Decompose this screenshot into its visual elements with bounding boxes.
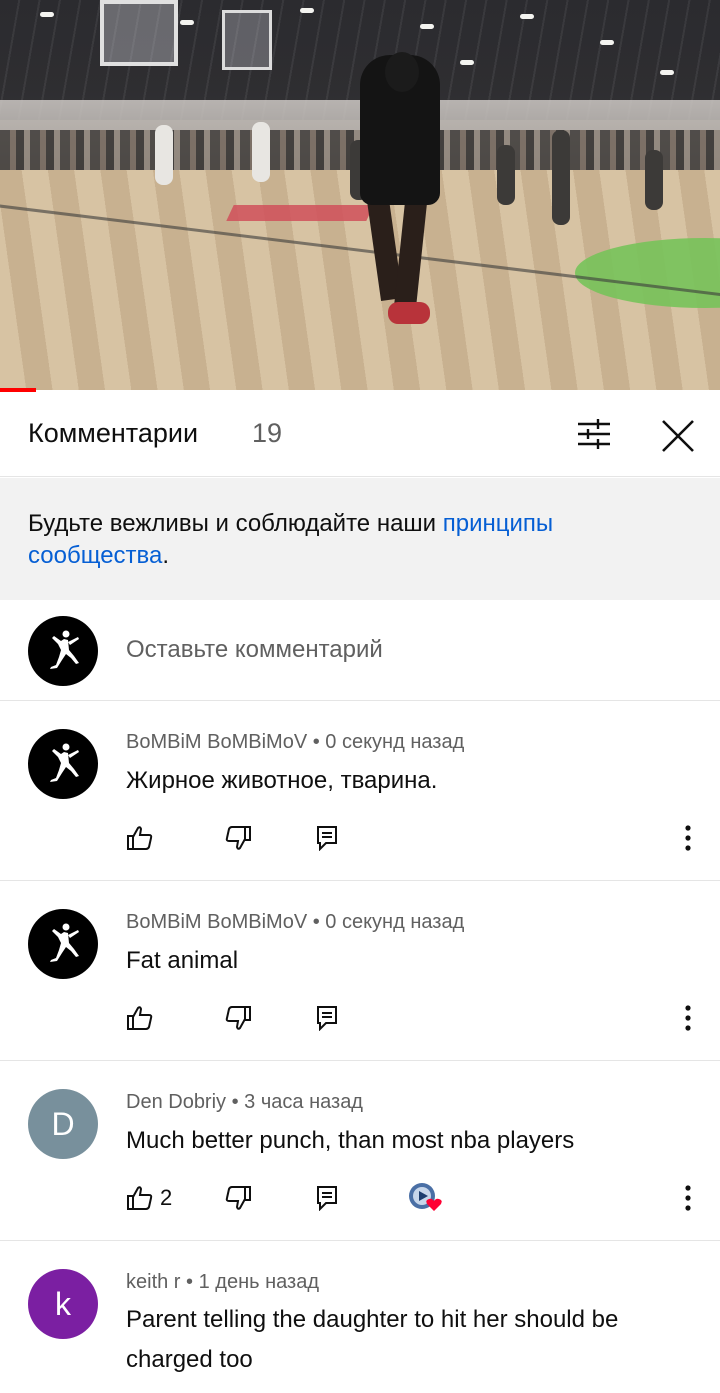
video-player[interactable] — [0, 0, 720, 390]
video-frame-player-head — [385, 52, 419, 92]
commenter-avatar[interactable] — [28, 909, 98, 979]
video-frame-person — [497, 145, 515, 205]
comment-author[interactable]: BoMBiM BoMBiMoV — [126, 911, 307, 933]
reply-button[interactable] — [316, 823, 338, 853]
close-icon[interactable] — [660, 418, 696, 454]
video-frame-light — [40, 12, 54, 17]
dislike-button[interactable] — [224, 1183, 252, 1213]
reply-button[interactable] — [316, 1003, 338, 1033]
video-frame-person — [645, 150, 663, 210]
more-options-icon[interactable] — [678, 1003, 698, 1033]
creator-heart-icon — [409, 1183, 442, 1211]
video-frame-light — [660, 70, 674, 75]
commenter-avatar[interactable]: D — [28, 1089, 98, 1159]
comment-composer[interactable]: Оставьте комментарий — [0, 600, 720, 701]
creator-heart-badge — [408, 1183, 444, 1213]
thumbs-up-icon — [127, 1006, 153, 1030]
video-frame-backboard — [100, 0, 178, 66]
video-frame-player-shoe — [388, 302, 430, 324]
thumbs-down-icon — [225, 1006, 251, 1030]
guidelines-intro: Будьте вежливы и соблюдайте наши — [28, 510, 443, 537]
reply-icon — [317, 826, 337, 851]
comment-text: Much better punch, than most nba players — [126, 1127, 575, 1154]
video-frame-light — [300, 8, 314, 13]
thumbs-down-icon — [225, 826, 251, 850]
comment-time: 1 день назад — [198, 1271, 319, 1293]
comment-time: 0 секунд назад — [325, 911, 465, 933]
like-count: 2 — [160, 1185, 173, 1210]
video-frame-light — [420, 24, 434, 29]
comment-text: Жирное животное, тварина. — [126, 767, 438, 794]
comment-item: k keith r • 1 день назад Parent telling … — [0, 1241, 720, 1393]
jumpman-logo-icon — [50, 923, 79, 962]
comment-author[interactable]: Den Dobriy — [126, 1091, 226, 1113]
comment-item: BoMBiM BoMBiMoV • 0 секунд назад Жирное … — [0, 701, 720, 881]
comment-actions — [126, 823, 686, 853]
video-frame-person — [552, 130, 570, 225]
video-frame-backboard — [222, 10, 272, 70]
comment-time: 3 часа назад — [244, 1091, 363, 1113]
comment-meta: BoMBiM BoMBiMoV • 0 секунд назад — [126, 731, 464, 754]
comment-actions: 2 — [126, 1183, 686, 1213]
more-options-icon[interactable] — [678, 1183, 698, 1213]
jumpman-logo-icon — [50, 630, 79, 669]
comment-text: Fat animal — [126, 947, 239, 974]
like-button[interactable] — [126, 1003, 154, 1033]
comments-header: Комментарии 19 — [0, 392, 720, 477]
thumbs-up-icon — [127, 826, 153, 850]
more-options-icon[interactable] — [678, 823, 698, 853]
guidelines-text: Будьте вежливы и соблюдайте наши принцип… — [28, 508, 688, 572]
comment-author[interactable]: keith r — [126, 1271, 180, 1293]
thumbs-up-icon — [127, 1186, 153, 1210]
reply-button[interactable] — [316, 1183, 338, 1213]
video-frame-light — [520, 14, 534, 19]
comment-time: 0 секунд назад — [325, 731, 465, 753]
user-avatar — [28, 616, 98, 686]
thumbs-down-icon — [225, 1186, 251, 1210]
comment-item: D Den Dobriy • 3 часа назад Much better … — [0, 1061, 720, 1241]
video-frame-light — [460, 60, 474, 65]
meta-separator: • — [180, 1271, 199, 1293]
video-frame-person — [252, 122, 270, 182]
like-button[interactable] — [126, 823, 154, 853]
comments-title: Комментарии — [28, 418, 199, 448]
comment-input[interactable]: Оставьте комментарий — [126, 636, 383, 664]
comment-meta: Den Dobriy • 3 часа назад — [126, 1091, 363, 1114]
meta-separator: • — [226, 1091, 245, 1113]
video-frame-person — [155, 125, 173, 185]
guidelines-end: . — [162, 542, 170, 569]
like-button[interactable]: 2 — [126, 1183, 172, 1213]
video-frame-light — [180, 20, 194, 25]
comment-item: BoMBiM BoMBiMoV • 0 секунд назад Fat ani… — [0, 881, 720, 1061]
commenter-avatar[interactable] — [28, 729, 98, 799]
sort-filter-icon[interactable] — [574, 418, 614, 450]
comments-count: 19 — [252, 418, 283, 448]
comment-author[interactable]: BoMBiM BoMBiMoV — [126, 731, 307, 753]
dislike-button[interactable] — [224, 823, 252, 853]
reply-icon — [317, 1186, 337, 1211]
comment-actions — [126, 1003, 686, 1033]
comment-text: Parent telling the daughter to hit her s… — [126, 1306, 619, 1373]
community-guidelines-banner: Будьте вежливы и соблюдайте наши принцип… — [0, 478, 720, 600]
comment-meta: BoMBiM BoMBiMoV • 0 секунд назад — [126, 911, 464, 934]
jumpman-logo-icon — [50, 743, 79, 782]
meta-separator: • — [307, 911, 326, 933]
meta-separator: • — [307, 731, 326, 753]
dislike-button[interactable] — [224, 1003, 252, 1033]
video-frame-court-paint — [226, 205, 374, 221]
comment-meta: keith r • 1 день назад — [126, 1271, 319, 1294]
commenter-avatar[interactable]: k — [28, 1269, 98, 1339]
reply-icon — [317, 1006, 337, 1031]
video-frame-light — [600, 40, 614, 45]
